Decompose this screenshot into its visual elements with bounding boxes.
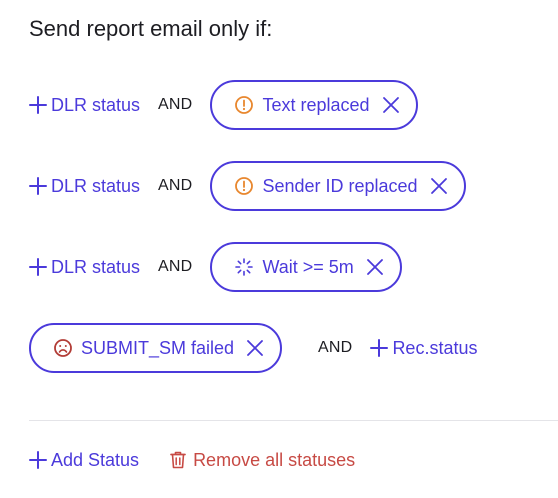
- add-rec-status-label: Rec.status: [392, 337, 478, 358]
- and-operator: AND: [318, 339, 353, 356]
- status-chip-wait[interactable]: Wait >= 5m: [210, 242, 402, 292]
- plus-icon: [29, 177, 47, 195]
- condition-row: DLR status AND Sender ID replaced: [29, 159, 466, 213]
- add-dlr-status-button[interactable]: DLR status: [29, 176, 140, 197]
- condition-row: DLR status AND Wait >= 5m: [29, 240, 402, 294]
- and-operator: AND: [158, 258, 193, 275]
- plus-icon: [29, 96, 47, 114]
- condition-row: SUBMIT_SM failed AND Rec.status: [29, 321, 477, 375]
- divider: [29, 420, 558, 421]
- add-dlr-status-button[interactable]: DLR status: [29, 95, 140, 116]
- add-rec-status-button[interactable]: Rec.status: [370, 338, 477, 359]
- condition-row: DLR status AND Text replaced: [29, 78, 418, 132]
- plus-icon: [29, 451, 47, 469]
- chip-label: Sender ID replaced: [262, 175, 418, 196]
- chip-label: SUBMIT_SM failed: [81, 337, 235, 358]
- alert-circle-icon: [235, 96, 254, 114]
- and-operator: AND: [158, 96, 193, 113]
- add-dlr-status-button[interactable]: DLR status: [29, 257, 140, 278]
- remove-all-statuses-label: Remove all statuses: [193, 449, 356, 470]
- sad-face-icon: [54, 339, 72, 357]
- add-dlr-status-label: DLR status: [51, 94, 141, 115]
- footer-actions: Add Status Remove all statuses: [29, 440, 355, 480]
- close-icon[interactable]: [246, 339, 264, 357]
- trash-icon: [170, 451, 186, 469]
- plus-icon: [370, 339, 389, 357]
- add-status-button[interactable]: Add Status: [29, 450, 139, 471]
- page-title: Send report email only if:: [29, 16, 273, 41]
- and-operator: AND: [158, 177, 193, 194]
- plus-icon: [29, 258, 47, 276]
- status-chip-submit-sm-failed[interactable]: SUBMIT_SM failed: [29, 323, 283, 373]
- add-status-label: Add Status: [51, 449, 140, 470]
- status-chip-sender-id-replaced[interactable]: Sender ID replaced: [210, 161, 466, 211]
- chip-label: Wait >= 5m: [262, 256, 354, 277]
- close-icon[interactable]: [430, 177, 448, 195]
- chip-label: Text replaced: [262, 94, 370, 115]
- status-chip-text-replaced[interactable]: Text replaced: [210, 80, 418, 130]
- remove-all-statuses-button[interactable]: Remove all statuses: [169, 450, 355, 471]
- add-dlr-status-label: DLR status: [51, 175, 141, 196]
- close-icon[interactable]: [366, 258, 384, 276]
- close-icon[interactable]: [382, 96, 400, 114]
- alert-circle-icon: [235, 177, 254, 195]
- spinner-icon: [235, 258, 254, 276]
- add-dlr-status-label: DLR status: [51, 256, 141, 277]
